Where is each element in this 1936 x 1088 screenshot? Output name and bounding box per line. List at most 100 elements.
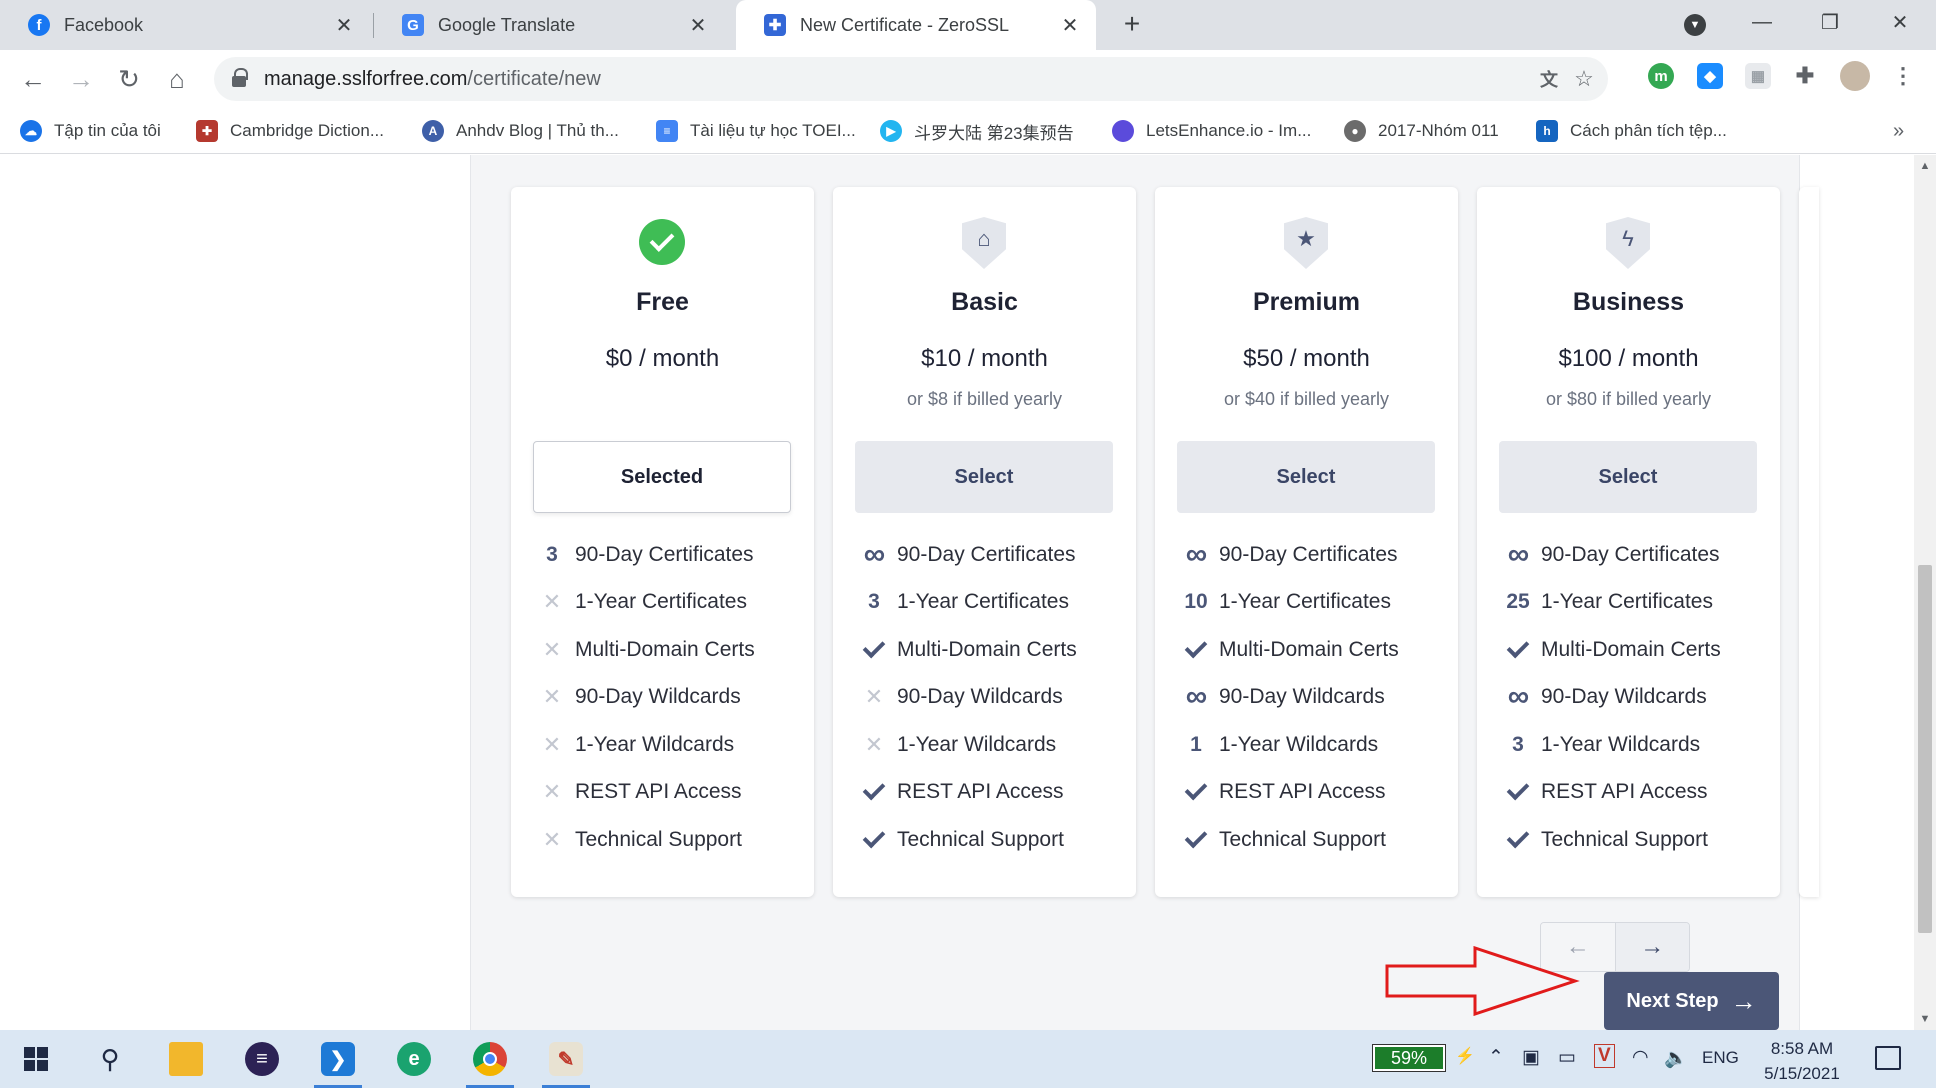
feature-row: REST API Access (1497, 769, 1767, 817)
extension-icon[interactable]: ▦ (1745, 63, 1771, 89)
new-tab-button[interactable]: + (1118, 10, 1146, 39)
infinity-icon: ∞ (1185, 680, 1207, 714)
star-icon[interactable]: ☆ (1571, 66, 1597, 92)
close-icon[interactable]: ✕ (332, 13, 356, 37)
reload-icon[interactable]: ↻ (110, 60, 148, 98)
taskbar-file-explorer[interactable] (156, 1030, 216, 1088)
puzzle-icon[interactable]: ✚ (1792, 63, 1818, 89)
device-icon[interactable]: ▣ (1522, 1046, 1540, 1069)
extension-icon[interactable]: m (1648, 63, 1674, 89)
tab-search-icon[interactable]: ▼ (1684, 14, 1706, 36)
feature-row: 3 1-Year Wildcards (1497, 721, 1767, 769)
start-button[interactable] (6, 1030, 66, 1088)
forward-icon[interactable]: → (62, 60, 100, 98)
more-menu-icon[interactable]: ⋮ (1890, 63, 1916, 89)
next-step-label: Next Step (1626, 989, 1719, 1012)
feature-row: ✕ 1-Year Certificates (531, 579, 801, 627)
infinity-icon: ∞ (1185, 537, 1207, 571)
folder-icon (169, 1042, 203, 1076)
lock-icon[interactable] (232, 68, 248, 88)
bookmark-item[interactable]: ▶ 斗罗大陆 第23集预告 (880, 118, 1074, 144)
feature-label: Technical Support (1541, 827, 1708, 851)
back-icon[interactable]: ← (14, 60, 52, 98)
scrollbar-thumb[interactable] (1918, 565, 1932, 933)
cross-icon: ✕ (864, 731, 884, 757)
bookmark-item[interactable]: ● 2017-Nhóm 011 (1344, 118, 1499, 144)
search-button[interactable]: ⚲ (80, 1030, 140, 1088)
url-text[interactable]: manage.sslforfree.com/certificate/new (264, 68, 601, 91)
bookmark-label: 2017-Nhóm 011 (1378, 121, 1499, 140)
chevron-right-icon[interactable]: » (1893, 120, 1904, 143)
close-icon[interactable]: ✕ (686, 13, 710, 37)
select-plan-button[interactable]: Select (1499, 441, 1757, 513)
wifi-icon[interactable]: ◠ (1632, 1046, 1649, 1069)
facebook-icon: f (28, 14, 50, 36)
next-page-button[interactable]: → (1615, 923, 1689, 971)
tab-facebook[interactable]: f Facebook ✕ (0, 0, 370, 50)
feature-count: 25 (1506, 590, 1530, 614)
feature-label: 90-Day Certificates (897, 542, 1076, 566)
volume-icon[interactable]: 🔈 (1664, 1046, 1688, 1070)
scrollbar[interactable]: ▲ ▼ (1914, 155, 1936, 1030)
scroll-down-icon[interactable]: ▼ (1914, 1008, 1936, 1030)
plan-price: $50 / month (1243, 345, 1370, 372)
chrome-icon (473, 1042, 507, 1076)
google-translate-icon: G (402, 14, 424, 36)
address-bar[interactable]: manage.sslforfree.com/certificate/new 文 … (214, 57, 1608, 101)
select-plan-button[interactable]: Select (1177, 441, 1435, 513)
feature-label: Multi-Domain Certs (1541, 637, 1721, 661)
check-icon (1497, 789, 1539, 795)
plan-name: Business (1572, 288, 1685, 316)
feature-row: Multi-Domain Certs (1175, 626, 1445, 674)
antivirus-icon[interactable]: V (1594, 1044, 1615, 1068)
clock[interactable]: 8:58 AM 5/15/2021 (1752, 1036, 1852, 1086)
feature-count: 3 (546, 542, 558, 566)
bookmark-label: Tài liệu tự học TOEI... (690, 121, 856, 140)
feature-label: 1-Year Wildcards (897, 732, 1057, 756)
bookmark-item[interactable]: h Cách phân tích tệp... (1536, 118, 1727, 144)
feature-label: 1-Year Wildcards (1219, 732, 1379, 756)
selected-button[interactable]: Selected (533, 441, 791, 513)
taskbar-eclipse[interactable]: ≡ (232, 1030, 292, 1088)
scroll-up-icon[interactable]: ▲ (1914, 155, 1936, 177)
feature-label: 1-Year Certificates (575, 590, 747, 614)
chevron-up-icon[interactable]: ⌃ (1488, 1046, 1504, 1069)
check-icon (1497, 837, 1539, 843)
translate-icon[interactable]: 文 (1536, 66, 1562, 92)
battery-percentage: 59% (1372, 1044, 1446, 1072)
taskbar-vscode[interactable]: ❯ (308, 1030, 368, 1088)
bookmark-item[interactable]: ≡ Tài liệu tự học TOEI... (656, 118, 856, 144)
plan-icon: ★ (1282, 217, 1330, 269)
play-icon: ▶ (880, 120, 902, 142)
window-close-button[interactable]: ✕ (1872, 0, 1928, 44)
restore-button[interactable]: ❐ (1802, 0, 1858, 44)
minimize-button[interactable]: — (1734, 0, 1790, 44)
bookmark-item[interactable]: A Anhdv Blog | Thủ th... (422, 118, 619, 144)
bookmark-item[interactable]: ✚ Cambridge Diction... (196, 118, 384, 144)
avatar[interactable] (1840, 61, 1870, 91)
select-plan-button[interactable]: Select (855, 441, 1113, 513)
taskbar-chrome[interactable] (460, 1030, 520, 1088)
taskbar-edge[interactable]: e (384, 1030, 444, 1088)
next-step-button[interactable]: Next Step → (1604, 972, 1779, 1030)
taskbar-paint[interactable]: ✎ (536, 1030, 596, 1088)
plan-icon: ϟ (1604, 217, 1652, 269)
bookmark-item[interactable]: LetsEnhance.io - Im... (1112, 118, 1311, 144)
notification-icon[interactable] (1875, 1046, 1901, 1070)
home-icon[interactable]: ⌂ (158, 60, 196, 98)
extension-icon[interactable]: ◆ (1697, 63, 1723, 89)
tab-google-translate[interactable]: G Google Translate ✕ (374, 0, 724, 50)
clock-time: 8:58 AM (1770, 1039, 1834, 1058)
red-arrow-annotation (1385, 946, 1580, 1016)
feature-label: Technical Support (575, 827, 742, 851)
feature-row: REST API Access (1175, 769, 1445, 817)
feature-row: 1 1-Year Wildcards (1175, 721, 1445, 769)
language-indicator[interactable]: ENG (1702, 1048, 1739, 1068)
tray-icon[interactable]: ⚡ (1455, 1046, 1475, 1066)
battery-icon[interactable]: ▭ (1558, 1046, 1576, 1069)
content-box: Free $0 / month Selected 3 90-Day Certificat… (470, 155, 1819, 1030)
tab-zerossl[interactable]: ✚ New Certificate - ZeroSSL ✕ (736, 0, 1096, 50)
close-icon[interactable]: ✕ (1058, 13, 1082, 37)
feature-row: 3 1-Year Certificates (853, 579, 1123, 627)
bookmark-item[interactable]: ☁ Tập tin của tôi (20, 118, 161, 144)
